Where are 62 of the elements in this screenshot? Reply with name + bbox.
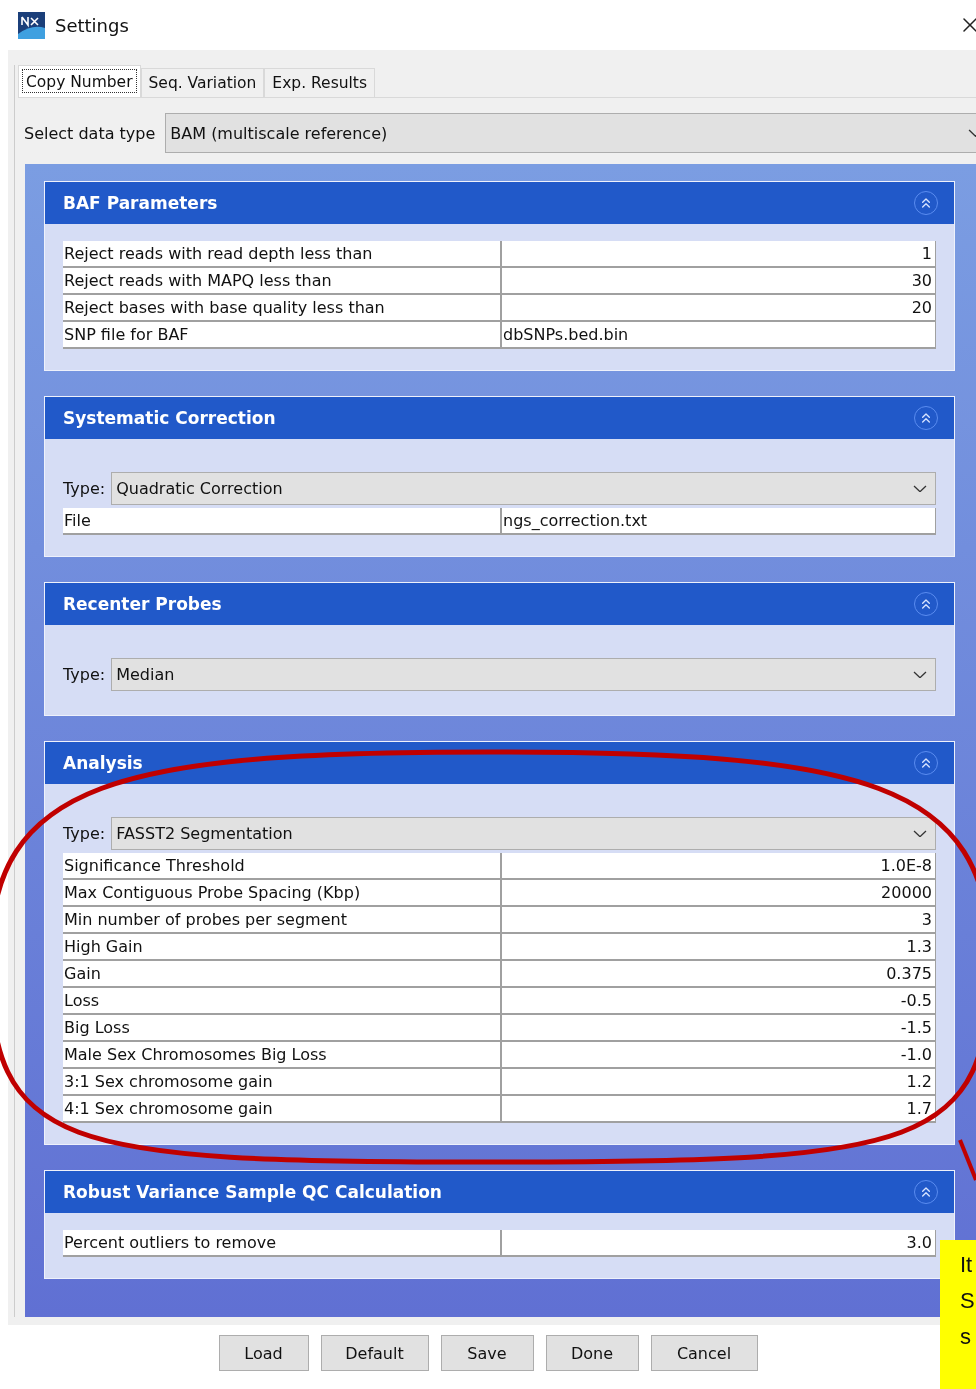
app-logo-icon [18,11,45,39]
parameter-label: Reject bases with base quality less than [63,297,386,319]
parameter-label: Percent outliers to remove [63,1232,278,1254]
parameter-label: High Gain [63,936,144,958]
parameter-label: File [63,510,92,532]
value-field[interactable]: dbSNPs.bed.bin [500,322,936,347]
note-text: It [960,1252,974,1278]
parameter-label: Male Sex Chromosomes Big Loss [63,1044,328,1066]
chevron-down-icon [913,484,927,493]
parameter-label: SNP file for BAF [63,324,190,346]
value-field[interactable]: -0.5 [500,988,936,1013]
dialog-button[interactable]: Load [218,1335,309,1371]
chevron-down-icon [913,670,927,679]
panel-header[interactable]: Recenter Probes [45,583,954,625]
value-field[interactable]: 1.0E-8 [500,853,936,878]
panel-header[interactable]: Analysis [45,742,954,784]
value-field[interactable]: ngs_correction.txt [500,508,936,533]
dialog-button[interactable]: Save [440,1335,534,1371]
dialog-button[interactable]: Default [320,1335,429,1371]
type-label: Type: [63,479,106,498]
value-field[interactable]: 20 [500,295,936,320]
data-type-label: Select data type [24,123,156,143]
value-field[interactable]: 20000 [500,880,936,905]
value-field[interactable]: 1.7 [500,1096,936,1121]
value-field[interactable]: 1.2 [500,1069,936,1094]
value-field[interactable]: -1.5 [500,1015,936,1040]
parameter-label: Min number of probes per segment [63,909,348,931]
tab[interactable]: Seq. Variation [140,68,265,97]
type-label: Type: [63,824,106,843]
value-field[interactable]: 1.3 [500,934,936,959]
type-select[interactable]: Quadratic Correction [111,472,936,505]
parameter-label: 4:1 Sex chromosome gain [63,1098,274,1120]
type-select[interactable]: FASST2 Segmentation [111,817,936,850]
chevron-down-icon [913,829,927,838]
window-title: Settings [55,14,129,36]
value-field[interactable]: -1.0 [500,1042,936,1067]
tab[interactable]: Copy Number [18,65,141,97]
tab[interactable]: Exp. Results [264,68,375,97]
dialog-button[interactable]: Cancel [650,1335,758,1371]
type-select[interactable]: Median [111,658,936,691]
type-label: Type: [63,665,106,684]
parameter-label: Significance Threshold [63,855,246,877]
note-text: S [960,1288,976,1314]
value-field[interactable]: 1 [500,241,936,266]
annotation-line [958,1139,976,1181]
parameter-label: Gain [63,963,102,985]
note-text: s [960,1324,972,1350]
data-type-select[interactable]: BAM (multiscale reference) [165,113,976,153]
value-field[interactable]: 3.0 [500,1230,936,1255]
value-field[interactable]: 3 [500,907,936,932]
parameter-label: 3:1 Sex chromosome gain [63,1071,274,1093]
parameter-label: Max Contiguous Probe Spacing (Kbp) [63,882,362,904]
panel-header[interactable]: Robust Variance Sample QC Calculation [45,1171,954,1213]
parameter-label: Reject reads with read depth less than [63,243,374,265]
parameter-label: Loss [63,990,101,1012]
value-field[interactable]: 30 [500,268,936,293]
value-field[interactable]: 0.375 [500,961,936,986]
panel-header[interactable]: BAF Parameters [45,182,954,224]
dialog-button[interactable]: Done [545,1335,639,1371]
parameter-label: Reject reads with MAPQ less than [63,270,333,292]
parameter-label: Big Loss [63,1017,131,1039]
panel-header[interactable]: Systematic Correction [45,397,954,439]
